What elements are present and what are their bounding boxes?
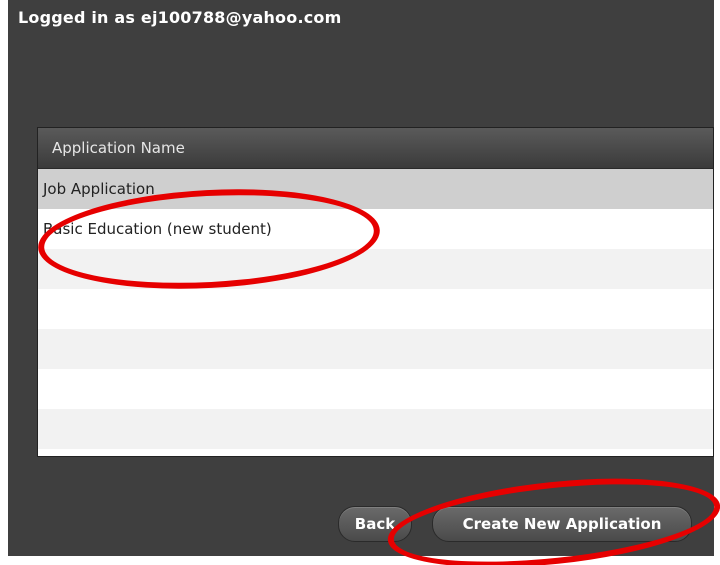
- column-header-application-name[interactable]: Application Name: [38, 128, 713, 169]
- applications-table: Application Name Job Application Basic E…: [37, 127, 714, 457]
- table-row-empty: [38, 369, 713, 409]
- logged-in-label: Logged in as ej100788@yahoo.com: [18, 8, 342, 27]
- table-row-empty: [38, 329, 713, 369]
- table-row-empty: [38, 289, 713, 329]
- row-label: Job Application: [43, 180, 155, 198]
- screenshot: Logged in as ej100788@yahoo.com Applicat…: [0, 0, 720, 565]
- table-row-empty: [38, 409, 713, 449]
